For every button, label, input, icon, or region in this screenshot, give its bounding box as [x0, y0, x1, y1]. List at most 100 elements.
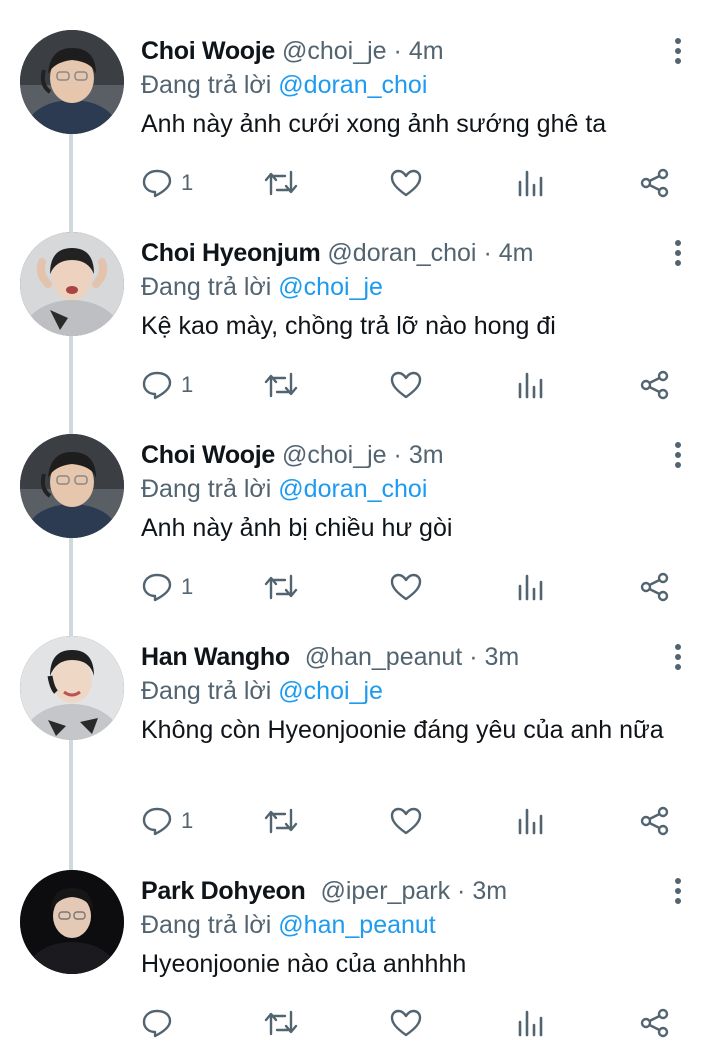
share-icon	[640, 806, 669, 836]
more-options-button[interactable]	[665, 238, 691, 268]
reply-count: 1	[181, 574, 194, 599]
avatar[interactable]	[20, 232, 124, 336]
avatar-image	[20, 636, 124, 740]
like-icon	[390, 1009, 422, 1037]
retweet-button[interactable]	[263, 1003, 299, 1043]
reply-icon	[142, 1009, 172, 1038]
avatar-image	[20, 434, 124, 538]
share-button[interactable]	[639, 1003, 671, 1043]
views-button[interactable]	[517, 163, 545, 203]
replying-to: Đang trả lời @han_peanut	[141, 908, 436, 942]
share-button[interactable]	[639, 365, 671, 405]
share-button[interactable]	[639, 567, 671, 607]
display-name[interactable]: Choi Hyeonjum	[141, 239, 321, 267]
retweet-icon	[264, 372, 298, 398]
tweet-text: Hyeonjoonie nào của anhhhh	[141, 950, 467, 978]
more-options-button[interactable]	[665, 642, 691, 672]
retweet-icon	[264, 808, 298, 834]
like-button[interactable]	[390, 365, 422, 405]
user-handle[interactable]: @iper_park	[320, 877, 450, 905]
timestamp[interactable]: 4m	[499, 239, 534, 267]
views-button[interactable]	[517, 567, 545, 607]
like-button[interactable]	[390, 163, 422, 203]
like-button[interactable]	[390, 801, 422, 841]
share-icon	[640, 1008, 669, 1038]
tweet-text: Không còn Hyeonjoonie đáng yêu của anh n…	[141, 716, 664, 744]
views-icon	[518, 1010, 543, 1037]
views-button[interactable]	[517, 1003, 545, 1043]
reply-count: 1	[181, 372, 194, 397]
more-options-button[interactable]	[665, 876, 691, 906]
reply-icon	[142, 807, 172, 836]
tweet-actions: 1	[0, 567, 720, 607]
replying-to-label: Đang trả lời	[141, 677, 272, 705]
tweet-header: Park Dohyeon @iper_park · 3m	[141, 874, 507, 908]
user-handle[interactable]: @choi_je	[282, 441, 387, 469]
timestamp[interactable]: 3m	[472, 877, 507, 905]
share-button[interactable]	[639, 163, 671, 203]
reply-button[interactable]: 1	[141, 163, 193, 203]
replying-to: Đang trả lời @choi_je	[141, 674, 383, 708]
user-handle[interactable]: @doran_choi	[327, 239, 476, 267]
share-button[interactable]	[639, 801, 671, 841]
retweet-button[interactable]	[263, 801, 299, 841]
reply-thread: Choi Wooje @choi_je · 4m Đang trả lời @d…	[0, 0, 720, 1050]
tweet-header: Choi Wooje @choi_je · 4m	[141, 34, 444, 68]
reply-button[interactable]: 1	[141, 567, 193, 607]
tweet-actions: 1	[0, 801, 720, 841]
replying-to: Đang trả lời @doran_choi	[141, 68, 427, 102]
avatar[interactable]	[20, 434, 124, 538]
reply-button[interactable]: 1	[141, 801, 193, 841]
tweet-header: Choi Hyeonjum @doran_choi · 4m	[141, 236, 533, 270]
tweet-text: Anh này ảnh bị chiều hư gòi	[141, 514, 453, 542]
retweet-button[interactable]	[263, 567, 299, 607]
timestamp[interactable]: 4m	[409, 37, 444, 65]
views-button[interactable]	[517, 365, 545, 405]
reply-icon	[142, 371, 172, 400]
replying-to-label: Đang trả lời	[141, 71, 272, 99]
more-options-button[interactable]	[665, 36, 691, 66]
avatar[interactable]	[20, 636, 124, 740]
retweet-button[interactable]	[263, 163, 299, 203]
mention-link[interactable]: @doran_choi	[278, 475, 427, 503]
reply-count: 1	[181, 170, 194, 195]
mention-link[interactable]: @han_peanut	[278, 911, 435, 939]
mention-link[interactable]: @choi_je	[278, 273, 383, 301]
display-name[interactable]: Park Dohyeon	[141, 877, 306, 905]
like-button[interactable]	[390, 1003, 422, 1043]
more-vertical-icon	[675, 442, 681, 468]
user-handle[interactable]: @choi_je	[282, 37, 387, 65]
share-icon	[640, 572, 669, 602]
tweet-text: Anh này ảnh cưới xong ảnh sướng ghê ta	[141, 110, 607, 138]
retweet-icon	[264, 1010, 298, 1036]
user-handle[interactable]: @han_peanut	[305, 643, 462, 671]
replying-to-label: Đang trả lời	[141, 273, 272, 301]
timestamp[interactable]: 3m	[409, 441, 444, 469]
more-vertical-icon	[675, 240, 681, 266]
like-button[interactable]	[390, 567, 422, 607]
reply-button[interactable]	[141, 1003, 181, 1043]
separator-dot: ·	[483, 239, 492, 267]
avatar[interactable]	[20, 870, 124, 974]
reply-button[interactable]: 1	[141, 365, 193, 405]
display-name[interactable]: Choi Wooje	[141, 37, 275, 65]
display-name[interactable]: Choi Wooje	[141, 441, 275, 469]
share-icon	[640, 370, 669, 400]
retweet-icon	[264, 170, 298, 196]
retweet-button[interactable]	[263, 365, 299, 405]
like-icon	[390, 169, 422, 197]
more-options-button[interactable]	[665, 440, 691, 470]
timestamp[interactable]: 3m	[485, 643, 520, 671]
avatar[interactable]	[20, 30, 124, 134]
avatar-image	[20, 870, 124, 974]
more-vertical-icon	[675, 878, 681, 904]
views-icon	[518, 808, 543, 835]
display-name[interactable]: Han Wangho	[141, 643, 290, 671]
tweet-actions: 1	[0, 163, 720, 203]
reply-icon	[142, 169, 172, 198]
mention-link[interactable]: @doran_choi	[278, 71, 427, 99]
replying-to: Đang trả lời @choi_je	[141, 270, 383, 304]
views-button[interactable]	[517, 801, 545, 841]
mention-link[interactable]: @choi_je	[278, 677, 383, 705]
replying-to: Đang trả lời @doran_choi	[141, 472, 427, 506]
